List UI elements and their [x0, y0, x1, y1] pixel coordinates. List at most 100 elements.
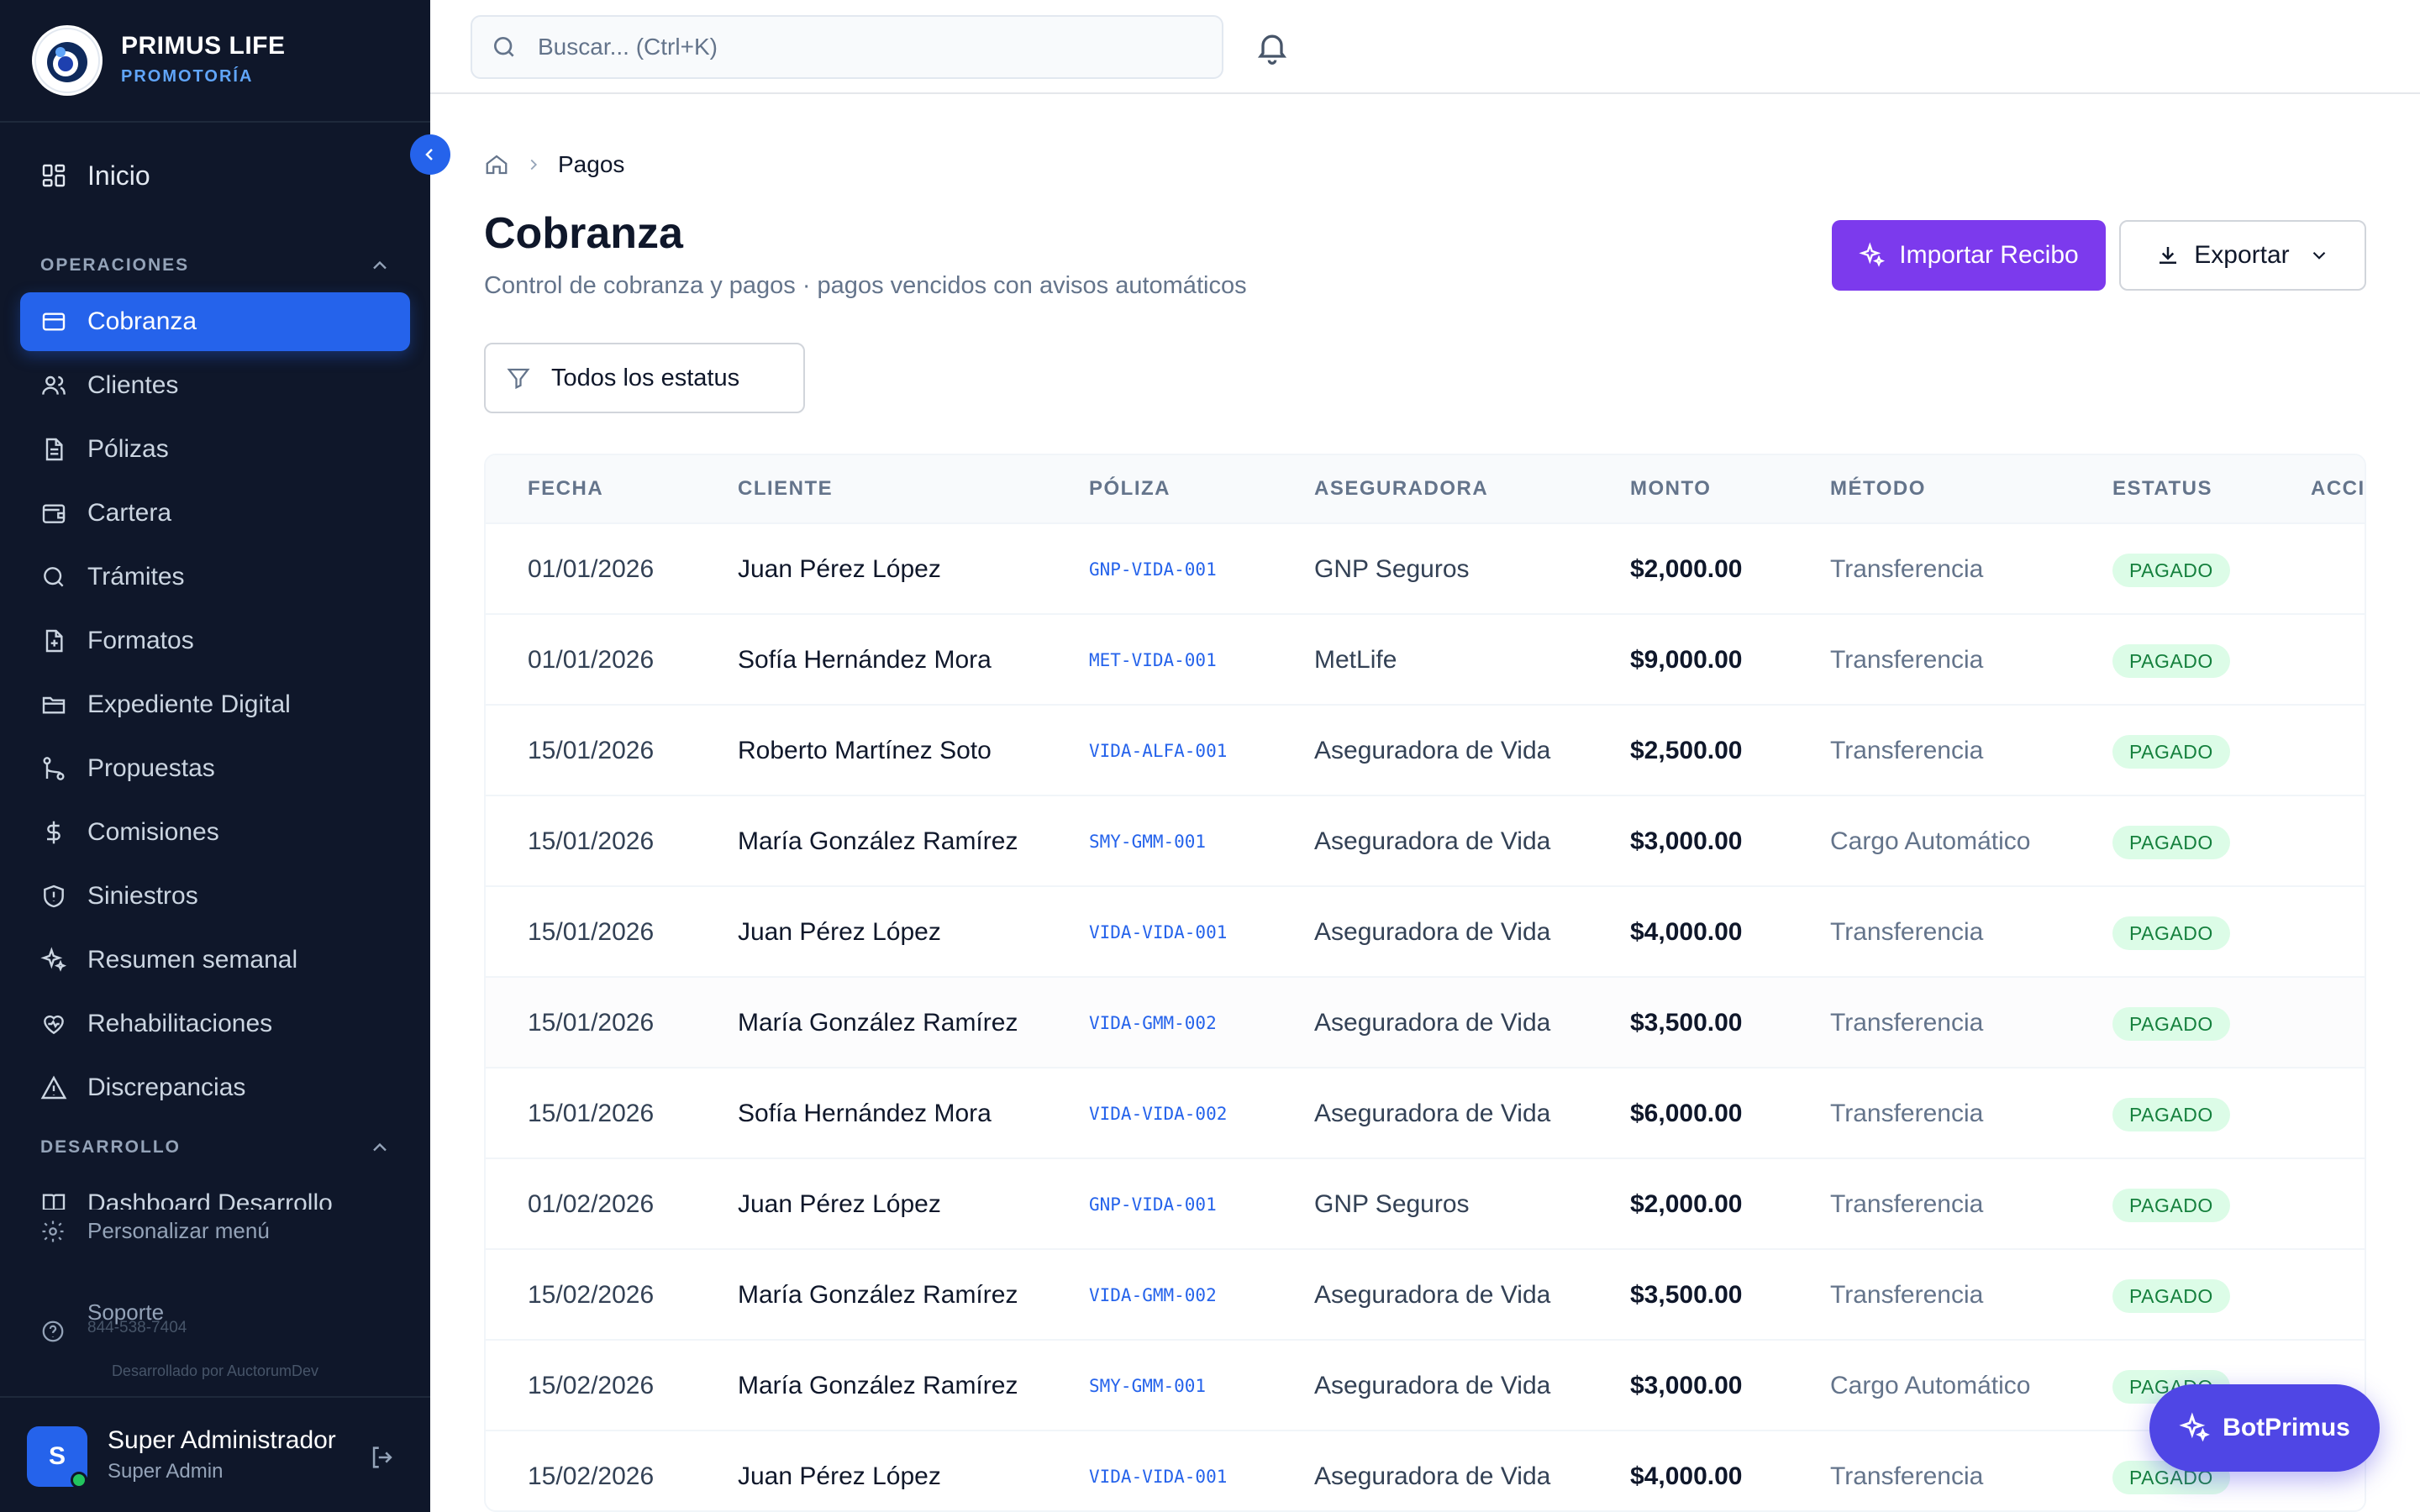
- sidebar-item-cobranza[interactable]: Cobranza: [20, 292, 410, 351]
- home-icon[interactable]: [484, 152, 509, 177]
- table-row[interactable]: 15/02/2026 María González Ramírez VIDA-G…: [486, 1248, 2365, 1341]
- status-badge: PAGADO: [2112, 644, 2230, 679]
- sparkles-icon: [1859, 242, 1886, 267]
- cell-poliza[interactable]: SMY-GMM-001: [1089, 1341, 1206, 1431]
- table-row[interactable]: 15/01/2026 Sofía Hernández Mora VIDA-VID…: [486, 1067, 2365, 1159]
- cell-poliza[interactable]: VIDA-VIDA-002: [1089, 1068, 1227, 1159]
- sidebar-item-label: Siniestros: [87, 882, 198, 910]
- column-header-cliente[interactable]: CLIENTE: [738, 455, 833, 522]
- sidebar-item-label: Cartera: [87, 499, 172, 527]
- cell-poliza[interactable]: VIDA-VIDA-001: [1089, 887, 1227, 978]
- heart-icon: [40, 1011, 67, 1037]
- sidebar-item-siniestros[interactable]: Siniestros: [20, 867, 410, 926]
- sidebar-item-formatos[interactable]: Formatos: [20, 612, 410, 670]
- user-role: Super Admin: [108, 1460, 224, 1483]
- cell-cliente: María González Ramírez: [738, 1372, 1018, 1399]
- dollar-icon: [40, 819, 67, 846]
- cell-metodo: Transferencia: [1830, 646, 1984, 674]
- sidebar-item-tramites[interactable]: Trámites: [20, 548, 410, 606]
- export-label: Exportar: [2194, 241, 2290, 269]
- sidebar-item-resumen-semanal[interactable]: Resumen semanal: [20, 931, 410, 990]
- cell-fecha: 15/02/2026: [528, 1372, 655, 1399]
- cell-poliza[interactable]: GNP-VIDA-001: [1089, 524, 1217, 615]
- search-box[interactable]: [471, 15, 1223, 79]
- cell-estatus: PAGADO: [2112, 796, 2230, 887]
- cell-poliza[interactable]: MET-VIDA-001: [1089, 615, 1217, 706]
- sidebar-item-discrepancias[interactable]: Discrepancias: [20, 1058, 410, 1117]
- search-icon: [494, 37, 514, 57]
- column-header-monto[interactable]: MONTO: [1630, 455, 1711, 522]
- cell-poliza[interactable]: SMY-GMM-001: [1089, 796, 1206, 887]
- online-status-dot: [71, 1472, 87, 1488]
- sidebar-item-propuestas[interactable]: Propuestas: [20, 739, 410, 798]
- column-header-poliza[interactable]: PÓLIZA: [1089, 455, 1171, 522]
- sidebar-item-comisiones[interactable]: Comisiones: [20, 803, 410, 862]
- cell-cliente: Juan Pérez López: [738, 1462, 941, 1490]
- status-filter-select[interactable]: Todos los estatus: [484, 343, 805, 413]
- sidebar-item-rehabilitaciones[interactable]: Rehabilitaciones: [20, 995, 410, 1053]
- table-row[interactable]: 01/02/2026 Juan Pérez López GNP-VIDA-001…: [486, 1158, 2365, 1250]
- table-row[interactable]: 15/01/2026 María González Ramírez VIDA-G…: [486, 976, 2365, 1068]
- cell-poliza[interactable]: VIDA-GMM-002: [1089, 978, 1217, 1068]
- table-row[interactable]: 15/01/2026 María González Ramírez SMY-GM…: [486, 795, 2365, 887]
- column-header-metodo[interactable]: MÉTODO: [1830, 455, 1926, 522]
- botprimus-chat-button[interactable]: BotPrimus: [2149, 1384, 2380, 1472]
- filter-icon: [507, 368, 530, 390]
- cell-monto: $3,500.00: [1630, 1009, 1743, 1037]
- search-input[interactable]: [538, 34, 1210, 60]
- sidebar-item-inicio[interactable]: Inicio: [20, 146, 410, 205]
- logout-icon[interactable]: [368, 1443, 397, 1472]
- section-label-operaciones: OPERACIONES: [40, 255, 190, 275]
- table-row[interactable]: 01/01/2026 Sofía Hernández Mora MET-VIDA…: [486, 613, 2365, 706]
- chevron-up-icon[interactable]: [368, 254, 392, 277]
- table-row[interactable]: 15/02/2026 Juan Pérez López VIDA-VIDA-00…: [486, 1430, 2365, 1510]
- collapse-sidebar-button[interactable]: [410, 134, 450, 175]
- sidebar-item-dashboard-desarrollo[interactable]: Dashboard Desarrollo: [20, 1179, 410, 1210]
- page-title: Cobranza: [484, 209, 683, 258]
- cell-monto: $2,000.00: [1630, 555, 1743, 583]
- customize-menu-link[interactable]: Personalizar menú: [40, 1218, 270, 1244]
- brand-logo: [32, 25, 103, 96]
- support-phone: 844-538-7404: [87, 1319, 187, 1336]
- cell-fecha: 15/02/2026: [528, 1462, 655, 1490]
- sparkles-icon: [40, 947, 67, 974]
- download-icon: [2160, 247, 2177, 264]
- page-subtitle: Control de cobranza y pagos · pagos venc…: [484, 272, 1247, 299]
- column-header-aseguradora[interactable]: ASEGURADORA: [1314, 455, 1488, 522]
- cell-monto: $6,000.00: [1630, 1100, 1743, 1127]
- sparkles-icon: [2179, 1412, 2211, 1442]
- cell-metodo: Transferencia: [1830, 555, 1984, 583]
- cell-fecha: 01/01/2026: [528, 646, 655, 674]
- cell-poliza[interactable]: VIDA-ALFA-001: [1089, 706, 1227, 796]
- sidebar-item-cartera[interactable]: Cartera: [20, 484, 410, 543]
- sidebar-item-polizas[interactable]: Pólizas: [20, 420, 410, 479]
- import-receipt-button[interactable]: Importar Recibo: [1832, 220, 2106, 291]
- cell-metodo: Transferencia: [1830, 1100, 1984, 1127]
- cell-poliza[interactable]: GNP-VIDA-001: [1089, 1159, 1217, 1250]
- bell-icon[interactable]: [1254, 29, 1291, 66]
- cell-fecha: 15/02/2026: [528, 1281, 655, 1309]
- table-row[interactable]: 15/02/2026 María González Ramírez SMY-GM…: [486, 1339, 2365, 1431]
- sidebar-item-label: Clientes: [87, 371, 179, 399]
- user-profile[interactable]: S Super Administrador Super Admin: [0, 1396, 430, 1512]
- column-header-estatus[interactable]: ESTATUS: [2112, 455, 2212, 522]
- table-row[interactable]: 01/01/2026 Juan Pérez López GNP-VIDA-001…: [486, 522, 2365, 615]
- export-button[interactable]: Exportar: [2119, 220, 2366, 291]
- chevron-down-icon: [2312, 251, 2325, 260]
- table-row[interactable]: 15/01/2026 Juan Pérez López VIDA-VIDA-00…: [486, 885, 2365, 978]
- sidebar-item-clientes[interactable]: Clientes: [20, 356, 410, 415]
- cell-cliente: Juan Pérez López: [738, 555, 941, 583]
- cell-estatus: PAGADO: [2112, 1159, 2230, 1250]
- brand[interactable]: PRIMUS LIFE PROMOTORÍA: [0, 0, 430, 123]
- cell-poliza[interactable]: VIDA-GMM-002: [1089, 1250, 1217, 1341]
- table-row[interactable]: 15/01/2026 Roberto Martínez Soto VIDA-AL…: [486, 704, 2365, 796]
- chevron-up-icon[interactable]: [368, 1136, 392, 1159]
- sidebar-item-expediente-digital[interactable]: Expediente Digital: [20, 675, 410, 734]
- cell-cliente: Sofía Hernández Mora: [738, 646, 992, 674]
- cell-estatus: PAGADO: [2112, 978, 2230, 1068]
- cell-aseguradora: Aseguradora de Vida: [1314, 827, 1551, 855]
- cell-poliza[interactable]: VIDA-VIDA-001: [1089, 1431, 1227, 1510]
- column-header-fecha[interactable]: FECHA: [528, 455, 603, 522]
- breadcrumb: Pagos: [484, 151, 624, 178]
- cell-fecha: 01/02/2026: [528, 1190, 655, 1218]
